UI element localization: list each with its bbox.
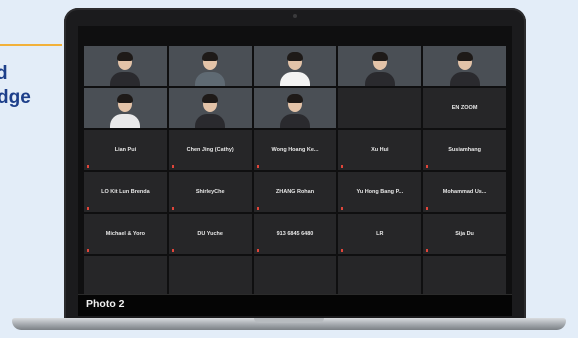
- participant-video: [448, 50, 482, 86]
- muted-mic-icon: [87, 206, 90, 210]
- muted-mic-icon: [171, 206, 175, 210]
- video-tile-1[interactable]: [84, 46, 167, 86]
- muted-mic-icon: [426, 164, 429, 168]
- participant-tile-25[interactable]: Sija Du: [423, 214, 506, 254]
- participant-name: LO Kit Lun Brenda: [101, 189, 150, 195]
- participant-video: [278, 50, 312, 86]
- muted-mic-icon: [171, 248, 175, 252]
- video-tile-6[interactable]: [84, 88, 167, 128]
- participant-tile-15[interactable]: Susiamhang: [423, 130, 506, 170]
- webcam: [293, 14, 297, 18]
- participant-name: ZHANG Rohan: [275, 189, 315, 195]
- muted-mic-icon: [341, 206, 344, 210]
- participant-name: Susiamhang: [448, 147, 481, 153]
- muted-mic-icon: [341, 248, 344, 252]
- video-tile-2[interactable]: [168, 46, 252, 86]
- photo-caption: Photo 2: [86, 298, 125, 310]
- participant-video: [108, 50, 142, 86]
- participant-tile-12[interactable]: Chen Jing (Cathy): [168, 130, 252, 170]
- participant-name: Yu Hong Bang P...: [356, 189, 404, 195]
- participant-name: EN ZOOM: [451, 105, 478, 111]
- participant-video: [193, 92, 227, 128]
- muted-mic-icon: [87, 248, 90, 252]
- participant-tile-14[interactable]: Xu Hui: [338, 130, 422, 170]
- participant-tile-26[interactable]: [84, 256, 167, 296]
- participant-name: LR: [376, 231, 384, 237]
- video-tile-8[interactable]: [253, 88, 337, 128]
- muted-mic-icon: [87, 164, 90, 168]
- participant-tile-28[interactable]: [253, 256, 337, 296]
- participant-name: ShirleyChe: [195, 189, 225, 195]
- participant-name: Chen Jing (Cathy): [186, 147, 234, 153]
- participant-tile-23[interactable]: 913 6845 6480: [253, 214, 337, 254]
- side-text-line-1: d: [0, 63, 8, 84]
- participant-video: [278, 92, 312, 128]
- participant-name: Xu Hui: [371, 147, 389, 153]
- laptop-lid: EN ZOOM Lian Pui Chen Jing (Cathy) Wong …: [64, 8, 526, 324]
- participant-tile-21[interactable]: Michael & Yoro: [84, 214, 167, 254]
- muted-mic-icon: [341, 164, 344, 168]
- participant-tile-9[interactable]: [338, 88, 422, 128]
- participant-name: DU Yuche: [197, 231, 223, 237]
- participant-tile-11[interactable]: Lian Pui: [84, 130, 167, 170]
- participant-name: Wong Hoang Ke...: [271, 147, 319, 153]
- participant-name: 913 6845 6480: [276, 231, 314, 237]
- muted-mic-icon: [256, 248, 260, 252]
- participant-tile-22[interactable]: DU Yuche: [168, 214, 252, 254]
- participant-name: Sija Du: [455, 231, 474, 237]
- participant-video: [108, 92, 142, 128]
- zoom-gallery-grid: EN ZOOM Lian Pui Chen Jing (Cathy) Wong …: [84, 46, 506, 296]
- participant-tile-16[interactable]: LO Kit Lun Brenda: [84, 172, 167, 212]
- participant-tile-17[interactable]: ShirleyChe: [168, 172, 252, 212]
- participant-video: [193, 50, 227, 86]
- video-tile-5[interactable]: [423, 46, 506, 86]
- participant-tile-18[interactable]: ZHANG Rohan: [253, 172, 337, 212]
- caption-bar: Photo 2: [78, 294, 512, 316]
- muted-mic-icon: [426, 206, 429, 210]
- participant-name: Michael & Yoro: [105, 231, 146, 237]
- participant-tile-19[interactable]: Yu Hong Bang P...: [338, 172, 422, 212]
- video-tile-7[interactable]: [168, 88, 252, 128]
- muted-mic-icon: [256, 164, 260, 168]
- participant-video: [363, 50, 397, 86]
- video-tile-4[interactable]: [338, 46, 422, 86]
- participant-tile-20[interactable]: Mohammad Us...: [423, 172, 506, 212]
- laptop-base-notch: [254, 318, 324, 323]
- participant-tile-24[interactable]: LR: [338, 214, 422, 254]
- participant-name: Lian Pui: [114, 147, 137, 153]
- side-slide-text: d dge: [0, 62, 40, 110]
- muted-mic-icon: [426, 248, 429, 252]
- video-tile-3[interactable]: [253, 46, 337, 86]
- participant-tile-27[interactable]: [168, 256, 252, 296]
- participant-tile-13[interactable]: Wong Hoang Ke...: [253, 130, 337, 170]
- participant-tile-30[interactable]: [423, 256, 506, 296]
- participant-tile-29[interactable]: [338, 256, 422, 296]
- laptop-screen: EN ZOOM Lian Pui Chen Jing (Cathy) Wong …: [78, 26, 512, 316]
- participant-tile-10[interactable]: EN ZOOM: [423, 88, 506, 128]
- muted-mic-icon: [171, 164, 175, 168]
- muted-mic-icon: [256, 206, 260, 210]
- participant-name: Mohammad Us...: [442, 189, 487, 195]
- accent-line: [0, 44, 62, 46]
- side-text-line-2: dge: [0, 87, 31, 108]
